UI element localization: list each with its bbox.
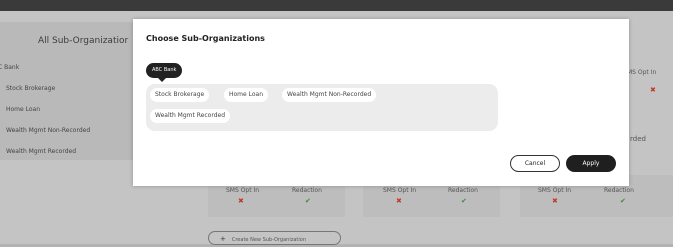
apply-button[interactable]: Apply [566, 155, 616, 172]
sub-org-chip-panel: Stock Brokerage Home Loan Wealth Mgmt No… [146, 84, 498, 131]
redaction-label: Redaction [448, 187, 478, 194]
check-icon: ✔ [461, 197, 467, 205]
x-icon: ✖ [552, 197, 558, 205]
redaction-label: Redaction [292, 187, 322, 194]
sms-opt-in-label: SMS Opt In [383, 187, 417, 194]
sidebar-item[interactable]: BC Bank [0, 64, 78, 85]
x-icon: ✖ [650, 86, 656, 94]
x-icon: ✖ [396, 197, 402, 205]
sub-org-chip[interactable]: Home Loan [224, 88, 269, 102]
sub-org-chip[interactable]: Wealth Mgmt Non-Recorded [282, 88, 377, 102]
x-icon: ✖ [238, 197, 244, 205]
sub-org-chip[interactable]: Wealth Mgmt Recorded [150, 109, 230, 123]
card-partial-label: rded [630, 135, 646, 143]
sub-org-chip[interactable]: Stock Brokerage [150, 88, 210, 102]
sidebar-item[interactable]: Stock Brokerage [6, 85, 90, 106]
root-org-chip[interactable]: ABC Bank [146, 63, 183, 78]
sms-opt-in-label: MS Opt In [627, 69, 657, 76]
modal-title: Choose Sub-Organizations [146, 34, 265, 43]
sms-opt-in-label: SMS Opt In [538, 187, 572, 194]
chip-caret [158, 78, 166, 82]
plus-icon: + [220, 235, 226, 243]
choose-sub-org-modal: Choose Sub-Organizations ABC Bank Stock … [133, 19, 629, 186]
cancel-button[interactable]: Cancel [510, 155, 560, 172]
sidebar-list: BC Bank Stock Brokerage Home Loan Wealth… [0, 64, 90, 169]
check-icon: ✔ [620, 197, 626, 205]
check-icon: ✔ [305, 197, 311, 205]
create-sub-org-label: Create New Sub-Organization [231, 237, 306, 243]
create-sub-org-button[interactable]: + Create New Sub-Organization [208, 231, 341, 245]
sidebar-item[interactable]: Wealth Mgmt Recorded [6, 148, 90, 169]
sidebar-title: All Sub-Organizatior [38, 36, 129, 46]
sidebar-item[interactable]: Wealth Mgmt Non-Recorded [6, 127, 90, 148]
sidebar-item[interactable]: Home Loan [6, 106, 90, 127]
redaction-label: Redaction [604, 187, 634, 194]
top-bar [0, 0, 673, 11]
sms-opt-in-label: SMS Opt In [226, 187, 260, 194]
